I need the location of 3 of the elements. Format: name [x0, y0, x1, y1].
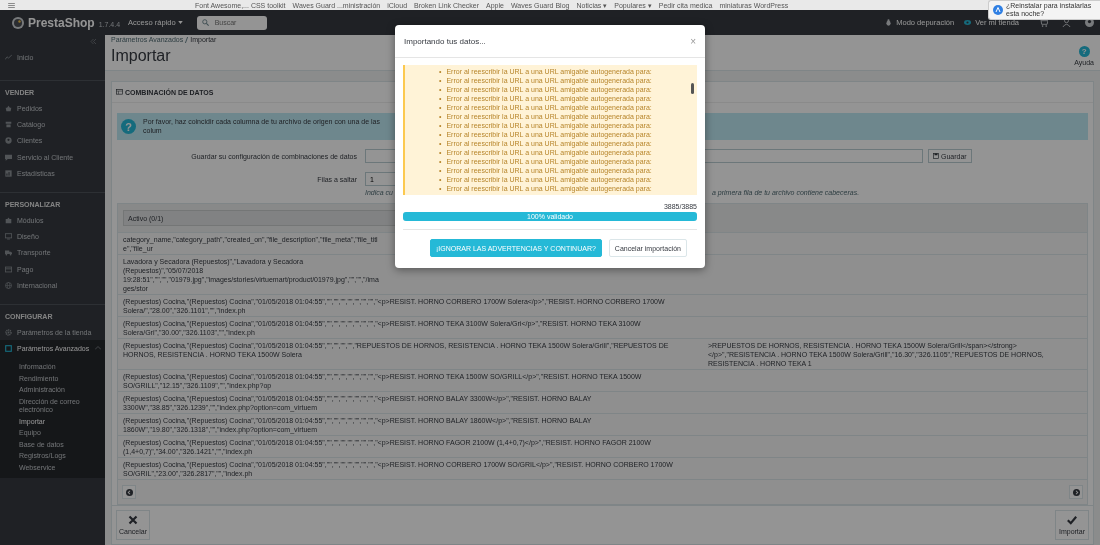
- dialog-title: Importando tus datos...: [404, 36, 486, 46]
- page-title: Importar: [111, 47, 172, 65]
- help-icon: ?: [121, 119, 136, 134]
